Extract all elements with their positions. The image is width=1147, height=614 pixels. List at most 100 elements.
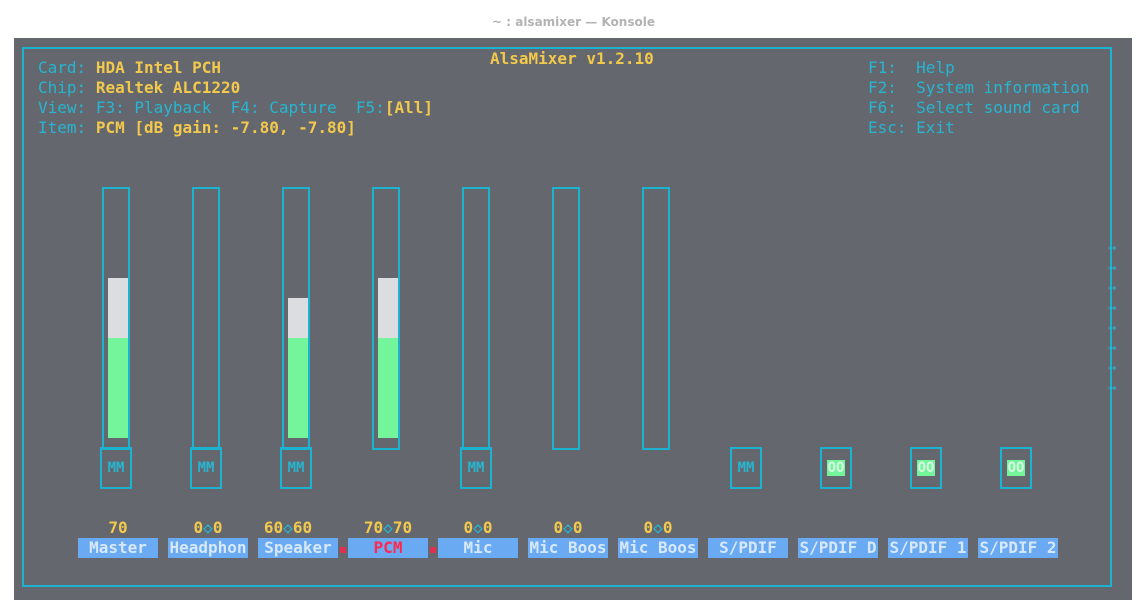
mic-mute-toggle[interactable]: MM: [460, 447, 492, 489]
speaker-level-low: [288, 338, 308, 438]
pcm-value-left: 70: [363, 518, 384, 537]
view-capture[interactable]: F4: Capture: [231, 98, 337, 117]
master-level-low: [108, 338, 128, 438]
mic-boost-2-value-left: 0: [643, 518, 654, 537]
master-mute-toggle[interactable]: MM: [100, 447, 132, 489]
help-f6[interactable]: F6: Select sound card: [868, 98, 1080, 118]
arrow-right-icon: →: [1108, 380, 1117, 396]
arrow-right-icon: →: [1108, 280, 1117, 296]
card-value: HDA Intel PCH: [95, 58, 222, 77]
stereo-link-icon: ◇: [653, 518, 663, 537]
mic-boost-2-slider[interactable]: [642, 187, 670, 450]
mic-boost-value: 0◇0: [528, 518, 608, 538]
headphone-value-right: 0: [212, 518, 223, 537]
mic-boost-value-right: 0: [572, 518, 583, 537]
item-label: Item:: [38, 118, 87, 137]
help-f1-key: F1:: [868, 58, 897, 77]
speaker-value-left: 60: [263, 518, 284, 537]
channel-name-spdif-2[interactable]: S/PDIF 2: [978, 538, 1058, 558]
speaker-mute-toggle[interactable]: MM: [280, 447, 312, 489]
help-f2-key: F2:: [868, 78, 897, 97]
channel-name-speaker[interactable]: Speaker: [258, 538, 338, 558]
master-level-high: [108, 278, 128, 338]
arrow-right-icon: →: [1108, 340, 1117, 356]
pcm-value: 70◇70: [348, 518, 428, 538]
speaker-value: 60◇60: [248, 518, 328, 538]
window-titlebar: ~ : alsamixer — Konsole: [0, 0, 1147, 38]
mic-boost-value-left: 0: [553, 518, 564, 537]
headphone-slider[interactable]: [192, 187, 220, 450]
help-esc-key: Esc:: [868, 118, 907, 137]
channel-name-mic[interactable]: Mic: [438, 538, 518, 558]
spdif-2-switch-value: OO: [1006, 460, 1026, 476]
view-label: View:: [38, 98, 87, 117]
help-f2-text: System information: [916, 78, 1090, 97]
help-f6-text: Select sound card: [916, 98, 1080, 117]
mic-value: 0◇0: [438, 518, 518, 538]
stereo-link-icon: ◇: [563, 518, 573, 537]
channel-name-pcm[interactable]: PCM: [348, 538, 428, 558]
view-playback[interactable]: F3: Playback: [96, 98, 212, 117]
stereo-link-icon: ◇: [283, 518, 293, 537]
master-value: 70: [108, 518, 128, 537]
help-f1[interactable]: F1: Help: [868, 58, 955, 78]
help-esc[interactable]: Esc: Exit: [868, 118, 955, 138]
view-f5[interactable]: F5:: [356, 98, 385, 117]
channel-name-mic-boost-2[interactable]: Mic Boos: [618, 538, 698, 558]
master-slider[interactable]: [102, 187, 130, 450]
chip-label: Chip:: [38, 78, 87, 97]
mic-boost-2-value: 0◇0: [618, 518, 698, 538]
window-title: ~ : alsamixer — Konsole: [492, 15, 655, 29]
speaker-level-high: [288, 298, 308, 338]
speaker-slider[interactable]: [282, 187, 310, 450]
terminal-area[interactable]: AlsaMixer v1.2.10 Card: HDA Intel PCH Ch…: [14, 38, 1132, 600]
channel-name-mic-boost[interactable]: Mic Boos: [528, 538, 608, 558]
card-label: Card:: [38, 58, 87, 77]
scroll-right-indicator: → → → → → → → →: [1108, 238, 1118, 398]
stereo-link-icon: ◇: [383, 518, 393, 537]
mic-value-left: 0: [463, 518, 474, 537]
view-all[interactable]: [All]: [385, 98, 433, 117]
item-line: Item: PCM [dB gain: -7.80, -7.80]: [38, 118, 356, 138]
arrow-right-icon: →: [1108, 240, 1117, 256]
headphone-value-left: 0: [193, 518, 204, 537]
pcm-level-low: [378, 338, 398, 438]
mic-boost-slider[interactable]: [552, 187, 580, 450]
pcm-slider[interactable]: [372, 187, 400, 450]
spdif-1-switch-value: OO: [916, 460, 936, 476]
pcm-value-right: 70: [392, 518, 413, 537]
arrow-right-icon: →: [1108, 260, 1117, 276]
help-esc-text: Exit: [916, 118, 955, 137]
spdif-mute-toggle[interactable]: MM: [730, 447, 762, 489]
spdif-2-switch[interactable]: OO: [1000, 447, 1032, 489]
channel-name-spdif-1[interactable]: S/PDIF 1: [888, 538, 968, 558]
pcm-level-high: [378, 278, 398, 338]
spdif-1-switch[interactable]: OO: [910, 447, 942, 489]
speaker-value-right: 60: [292, 518, 313, 537]
channel-name-headphone[interactable]: Headphon: [168, 538, 248, 558]
view-line: View: F3: Playback F4: Capture F5:[All]: [38, 98, 433, 118]
channel-name-master[interactable]: Master: [78, 538, 158, 558]
arrow-right-icon: →: [1108, 300, 1117, 316]
arrow-right-icon: →: [1108, 320, 1117, 336]
app-title: AlsaMixer v1.2.10: [482, 50, 662, 68]
stereo-link-icon: ◇: [473, 518, 483, 537]
spdif-d-switch-value: OO: [826, 460, 846, 476]
stereo-link-icon: ◇: [203, 518, 213, 537]
selection-marker-right: [430, 547, 436, 553]
item-value: PCM [dB gain: -7.80, -7.80]: [95, 118, 356, 137]
arrow-right-icon: →: [1108, 360, 1117, 376]
help-f2[interactable]: F2: System information: [868, 78, 1090, 98]
channel-name-spdif[interactable]: S/PDIF: [708, 538, 788, 558]
help-f1-text: Help: [916, 58, 955, 77]
headphone-value: 0◇0: [168, 518, 248, 538]
mic-slider[interactable]: [462, 187, 490, 450]
chip-value: Realtek ALC1220: [95, 78, 241, 97]
spdif-d-switch[interactable]: OO: [820, 447, 852, 489]
selection-marker-left: [340, 547, 346, 553]
help-f6-key: F6:: [868, 98, 897, 117]
mic-value-right: 0: [482, 518, 493, 537]
channel-name-spdif-d[interactable]: S/PDIF D: [798, 538, 878, 558]
headphone-mute-toggle[interactable]: MM: [190, 447, 222, 489]
mic-boost-2-value-right: 0: [662, 518, 673, 537]
